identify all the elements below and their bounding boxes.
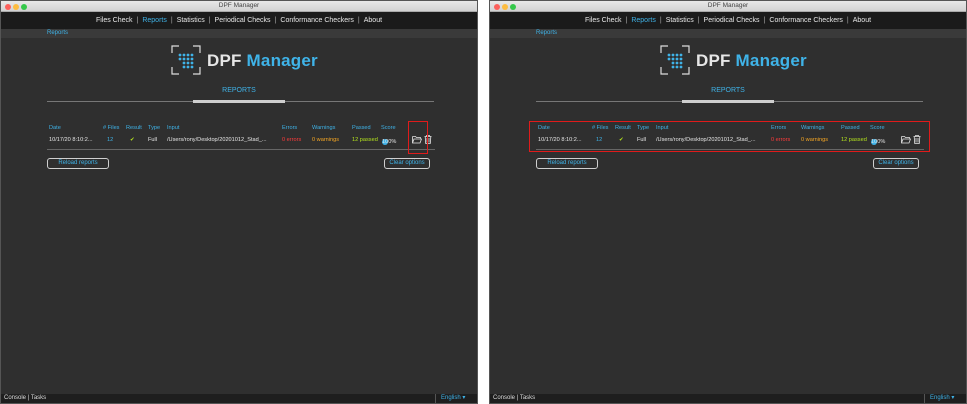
menu-files-check[interactable]: Files Check <box>96 17 133 24</box>
cell-errors: 0 errors <box>282 137 302 143</box>
app-logo: DPF Manager <box>490 45 966 77</box>
menu-files-check[interactable]: Files Check <box>585 17 622 24</box>
cell-type: Full <box>148 137 158 143</box>
menu-periodical-checks[interactable]: Periodical Checks <box>215 17 271 24</box>
section-divider-highlight <box>193 100 285 103</box>
console-tab[interactable]: Console <box>4 395 26 401</box>
table-header: Date # Files Result Type Input Errors Wa… <box>47 125 435 133</box>
menu-reports[interactable]: Reports <box>142 17 167 24</box>
cell-score-value: 100% <box>382 139 397 145</box>
dpf-logo-icon <box>171 45 201 75</box>
menu-conformance-checkers[interactable]: Conformance Checkers <box>280 17 354 24</box>
console-tab[interactable]: Console <box>493 395 515 401</box>
col-result[interactable]: Result <box>126 125 142 131</box>
clear-options-button[interactable]: Clear options <box>384 158 430 169</box>
col-passed[interactable]: Passed <box>352 125 371 131</box>
breadcrumb-reports[interactable]: Reports <box>536 30 557 36</box>
cell-date: 10/17/20 8:10:2... <box>49 137 93 143</box>
section-divider-highlight <box>682 100 774 103</box>
menu-separator: | <box>208 17 211 24</box>
menu-separator: | <box>357 17 360 24</box>
menu-periodical-checks[interactable]: Periodical Checks <box>704 17 760 24</box>
col-files[interactable]: # Files <box>103 125 119 131</box>
logo-text: DPF Manager <box>696 51 807 71</box>
breadcrumb: Reports <box>490 29 966 38</box>
app-window-left: DPF Manager Files Check | Reports | Statisti… <box>0 0 478 404</box>
col-score[interactable]: Score <box>381 125 396 131</box>
logo-text-manager: Manager <box>735 51 807 70</box>
highlight-row-box <box>529 121 930 152</box>
logo-text-dpf: DPF <box>207 51 242 70</box>
menu-conformance-checkers[interactable]: Conformance Checkers <box>769 17 843 24</box>
col-date[interactable]: Date <box>49 125 61 131</box>
logo-text-dpf: DPF <box>696 51 731 70</box>
language-select[interactable]: English ▾ <box>435 394 477 403</box>
col-input[interactable]: Input <box>167 125 179 131</box>
tasks-tab[interactable]: Tasks <box>31 395 46 401</box>
window-title: DPF Manager <box>707 2 749 9</box>
highlight-icons-box <box>408 121 428 154</box>
main-menu: Files Check | Reports | Statistics | Periodica… <box>490 12 966 29</box>
dpf-logo-icon <box>660 45 690 75</box>
menu-about[interactable]: About <box>853 17 871 24</box>
menu-statistics[interactable]: Statistics <box>177 17 205 24</box>
app-logo: DPF Manager <box>1 45 477 77</box>
status-bar: Console | Tasks English ▾ <box>490 394 966 403</box>
status-separator: | <box>516 395 519 401</box>
status-separator: | <box>27 395 30 401</box>
menu-separator: | <box>136 17 139 24</box>
logo-text-manager: Manager <box>246 51 318 70</box>
section-title: REPORTS <box>222 87 256 94</box>
menu-separator: | <box>625 17 628 24</box>
logo-text: DPF Manager <box>207 51 318 71</box>
title-bar: DPF Manager <box>1 1 477 12</box>
menu-separator: | <box>697 17 700 24</box>
row-divider <box>47 149 435 150</box>
table-row[interactable]: 10/17/20 8:10:2... 12 ✔ Full /Users/rony… <box>47 135 435 150</box>
app-window-right: DPF Manager Files Check | Reports | Statisti… <box>489 0 967 404</box>
menu-separator: | <box>659 17 662 24</box>
window-title: DPF Manager <box>218 2 260 9</box>
cell-passed: 12 passed <box>352 137 378 143</box>
clear-options-button[interactable]: Clear options <box>873 158 919 169</box>
menu-reports[interactable]: Reports <box>631 17 656 24</box>
menu-separator: | <box>274 17 277 24</box>
col-errors[interactable]: Errors <box>282 125 297 131</box>
menu-separator: | <box>763 17 766 24</box>
status-bar: Console | Tasks English ▾ <box>1 394 477 403</box>
menu-separator: | <box>846 17 849 24</box>
reports-table: Date # Files Result Type Input Errors Wa… <box>47 125 435 150</box>
menu-statistics[interactable]: Statistics <box>666 17 694 24</box>
menu-separator: | <box>170 17 173 24</box>
reload-reports-button[interactable]: Reload reports <box>47 158 109 169</box>
title-bar: DPF Manager <box>490 1 966 12</box>
breadcrumb-reports[interactable]: Reports <box>47 30 68 36</box>
col-warnings[interactable]: Warnings <box>312 125 335 131</box>
main-menu: Files Check | Reports | Statistics | Periodica… <box>1 12 477 29</box>
cell-input: /Users/rony/Desktop/20201012_Stad_... <box>167 137 267 143</box>
breadcrumb: Reports <box>1 29 477 38</box>
reload-reports-button[interactable]: Reload reports <box>536 158 598 169</box>
language-select[interactable]: English ▾ <box>924 394 966 403</box>
cell-result-check-icon: ✔ <box>130 137 135 143</box>
cell-files: 12 <box>107 137 114 143</box>
section-title: REPORTS <box>711 87 745 94</box>
tasks-tab[interactable]: Tasks <box>520 395 535 401</box>
col-type[interactable]: Type <box>148 125 160 131</box>
cell-warnings: 0 warnings <box>312 137 340 143</box>
menu-about[interactable]: About <box>364 17 382 24</box>
